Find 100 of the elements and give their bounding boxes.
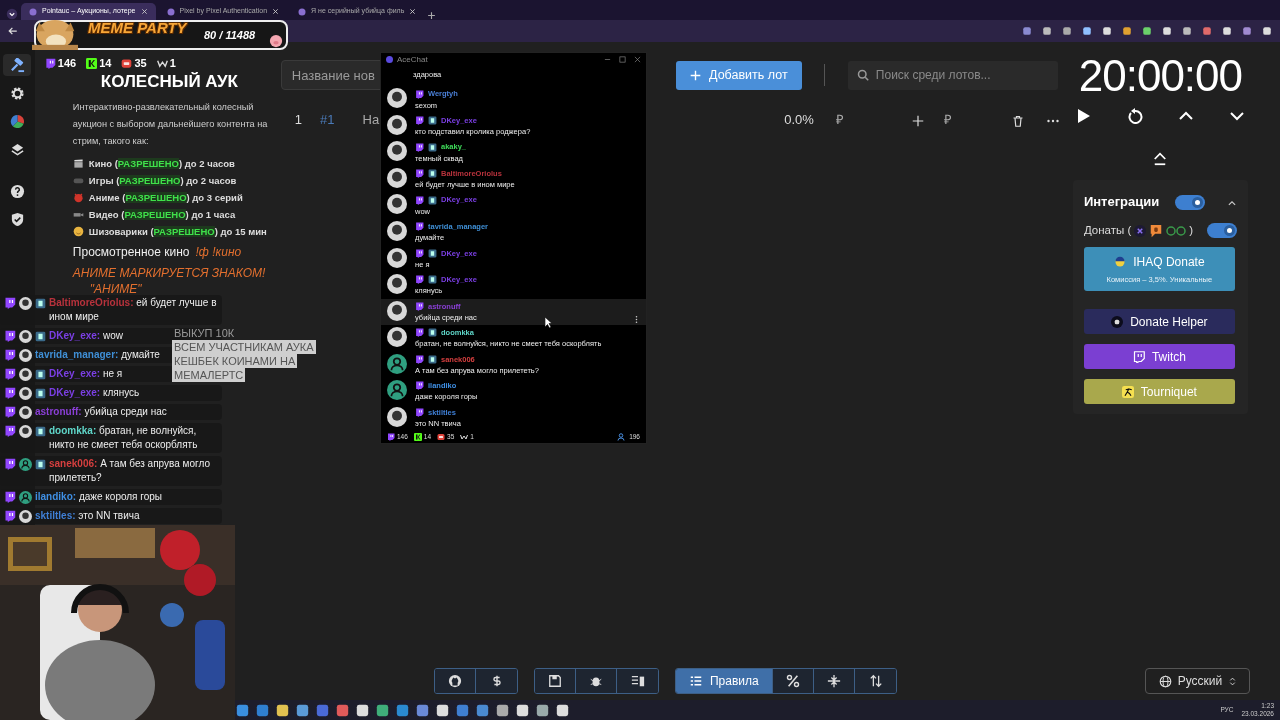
close-icon[interactable] — [140, 8, 148, 15]
app-icon[interactable] — [296, 703, 309, 717]
trash-icon[interactable] — [1011, 114, 1024, 127]
banner-count: 80 / 11488 — [204, 28, 256, 43]
service-button[interactable]: Donate Helper — [1083, 309, 1235, 335]
app-icon[interactable] — [556, 703, 569, 717]
currency-sign: ₽ — [835, 111, 844, 129]
search-field[interactable]: Поиск среди лотов... — [847, 60, 1058, 90]
chat-bubble-icon — [4, 425, 16, 437]
category-text: Игры (РАЗРЕШЕНО) до 2 часов — [88, 174, 237, 188]
layers-icon — [9, 141, 25, 157]
stat-count: 1 — [169, 56, 176, 72]
timer-display: 20:00:00 — [1078, 50, 1243, 102]
loop-icon — [1166, 224, 1187, 237]
nav-button[interactable] — [3, 54, 32, 76]
app-icon[interactable] — [276, 703, 289, 717]
chat-bubble-icon — [4, 349, 16, 361]
plus-icon — [690, 69, 702, 81]
speech-icon — [1149, 223, 1164, 238]
service-button[interactable]: Twitch — [1083, 344, 1235, 370]
debug-button[interactable] — [576, 669, 618, 693]
runner-icon — [1121, 385, 1134, 398]
percent-icon — [786, 674, 801, 688]
app-icon[interactable] — [356, 703, 369, 717]
avatar-icon — [387, 194, 407, 215]
avatar-icon — [19, 405, 32, 419]
devil-icon — [72, 192, 84, 203]
zigzag-icon — [156, 58, 168, 69]
announcement-text: МЕМАЛЕРТС — [172, 368, 246, 382]
app-icon[interactable] — [376, 703, 389, 717]
sort-button[interactable] — [855, 669, 897, 693]
announcement-text: ВСЕМ УЧАСТНИКАМ АУКА — [172, 340, 316, 354]
tab-menu-icon[interactable] — [6, 8, 18, 20]
description-text: Интерактивно-развлекательный колесный аукцион с выбором дальнейшего контента на стрим, такого как: — [72, 101, 269, 148]
more-icon[interactable] — [635, 314, 638, 324]
lot-name-field[interactable]: На — [362, 110, 380, 130]
chat-bubble-icon — [387, 433, 395, 442]
stat-count: 14 — [99, 56, 112, 72]
avatar-icon — [387, 247, 407, 268]
pie-chart-icon — [9, 113, 25, 129]
avatar-icon — [387, 380, 407, 401]
avatar-icon — [19, 424, 32, 438]
back-icon[interactable] — [8, 26, 18, 36]
close-icon[interactable] — [409, 8, 417, 15]
avatar-icon — [19, 367, 32, 381]
app-icon[interactable] — [516, 703, 529, 717]
category-text: Шизоварики (РАЗРЕШЕНО) до 15 мин — [88, 225, 267, 239]
chat-bubble-icon — [415, 381, 424, 391]
avatar-icon — [19, 296, 32, 310]
toggle-switch[interactable] — [1175, 194, 1206, 210]
live-icon — [121, 58, 133, 69]
app-icon[interactable] — [236, 703, 249, 717]
chat-bubble-icon — [4, 458, 16, 470]
percent-button[interactable] — [773, 669, 815, 693]
viewers-icon — [617, 433, 626, 442]
avatar-icon — [387, 406, 407, 427]
play-icon[interactable] — [1075, 108, 1092, 124]
donate-button[interactable] — [476, 669, 518, 693]
rules-button[interactable]: Правила — [676, 669, 774, 693]
app-icon[interactable] — [436, 703, 449, 717]
chat-bubble-icon — [4, 387, 16, 399]
language-select[interactable]: Русский — [1145, 668, 1251, 694]
chat-message: astronuff: убийца среди нас — [35, 405, 167, 419]
app-icon[interactable] — [536, 703, 549, 717]
command-text: !ф !кино — [195, 244, 242, 261]
chat-bubble-icon — [415, 354, 424, 364]
panel-title: Интеграции — [1083, 193, 1160, 212]
avatar-icon — [19, 386, 32, 400]
avatar-icon — [387, 221, 407, 241]
collapse-icon[interactable] — [1153, 151, 1168, 166]
donations-label: Донаты ( — [1083, 223, 1132, 238]
chat-bubble-icon — [415, 89, 424, 99]
chat-bubble-icon — [415, 195, 424, 205]
plus-icon[interactable] — [911, 114, 924, 127]
close-icon[interactable] — [272, 8, 280, 15]
help-icon — [9, 183, 25, 199]
sort-icon — [868, 674, 883, 688]
github-button[interactable] — [435, 669, 477, 693]
chat-bubble-icon — [415, 142, 424, 152]
amount-field[interactable]: ₽ — [943, 110, 952, 130]
split-button[interactable] — [814, 669, 856, 693]
save-button[interactable] — [535, 669, 577, 693]
clear-button[interactable] — [617, 669, 659, 693]
logo-icon — [413, 433, 422, 442]
service-name: Donate Helper — [1130, 313, 1208, 331]
list-delete-icon — [630, 674, 645, 688]
list-icon — [689, 675, 702, 687]
restart-icon[interactable] — [1126, 108, 1143, 124]
toggle-switch[interactable] — [1206, 223, 1237, 239]
shield-icon — [9, 211, 25, 227]
gamepad-icon — [72, 175, 84, 186]
chat-message: sanek006: А там без апрува могло прилететь? — [49, 457, 211, 485]
app-icon[interactable] — [416, 703, 429, 717]
avatar-icon — [19, 509, 32, 523]
new-tab-icon[interactable] — [427, 11, 437, 20]
avatar-icon — [387, 353, 407, 374]
app-icon[interactable] — [496, 703, 509, 717]
lot-id: #1 — [320, 111, 335, 129]
globe-icon — [1158, 674, 1172, 688]
announcement-text: КЕШБЕК КОИНАМИ НА — [172, 354, 298, 368]
